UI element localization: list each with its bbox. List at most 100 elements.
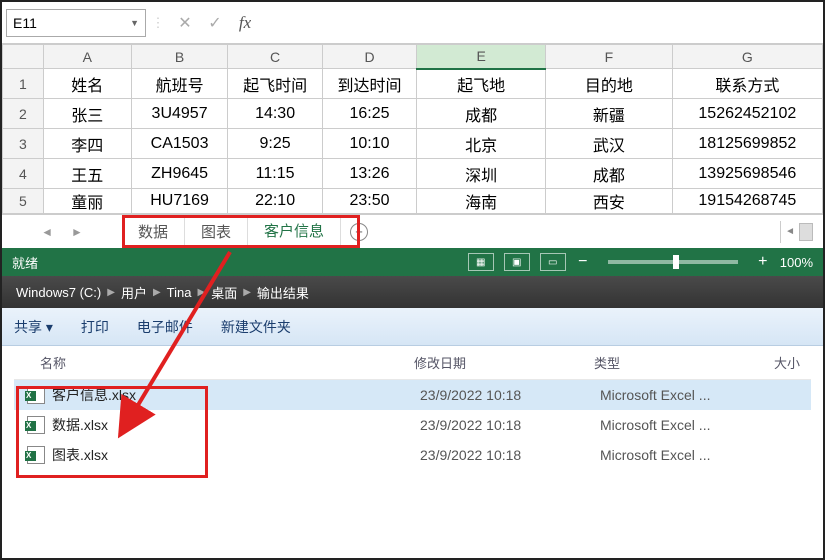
excel-file-icon: [26, 445, 46, 465]
cell[interactable]: 9:25: [228, 129, 322, 159]
breadcrumb-item[interactable]: Tina: [161, 285, 198, 300]
explorer-toolbar: 共享 ▾ 打印 电子邮件 新建文件夹: [2, 308, 823, 346]
view-normal-button[interactable]: ▦: [468, 253, 494, 271]
file-type: Microsoft Excel ...: [600, 447, 780, 463]
plus-icon: +: [350, 223, 368, 241]
cell[interactable]: 深圳: [417, 159, 546, 189]
cell[interactable]: 童丽: [43, 189, 131, 214]
cell[interactable]: 联系方式: [672, 69, 822, 99]
cell[interactable]: 成都: [546, 159, 673, 189]
view-page-layout-button[interactable]: ▣: [504, 253, 530, 271]
file-date: 23/9/2022 10:18: [420, 447, 600, 463]
cell[interactable]: 3U4957: [131, 99, 228, 129]
zoom-in-button[interactable]: +: [756, 253, 770, 271]
column-header-E[interactable]: E: [417, 45, 546, 69]
column-header-G[interactable]: G: [672, 45, 822, 69]
cell[interactable]: 18125699852: [672, 129, 822, 159]
column-header-F[interactable]: F: [546, 45, 673, 69]
cell[interactable]: CA1503: [131, 129, 228, 159]
cell[interactable]: 10:10: [322, 129, 416, 159]
cell[interactable]: 姓名: [43, 69, 131, 99]
cell[interactable]: 15262452102: [672, 99, 822, 129]
cell[interactable]: 海南: [417, 189, 546, 214]
cell[interactable]: 到达时间: [322, 69, 416, 99]
column-header-A[interactable]: A: [43, 45, 131, 69]
row-header[interactable]: 1: [3, 69, 44, 99]
breadcrumb-item[interactable]: 输出结果: [251, 283, 315, 302]
column-header-type[interactable]: 类型: [594, 353, 774, 372]
cancel-formula-button[interactable]: ✕: [170, 13, 200, 33]
breadcrumb-item[interactable]: 桌面: [205, 283, 243, 302]
cell[interactable]: 北京: [417, 129, 546, 159]
chevron-down-icon[interactable]: ▼: [130, 18, 139, 28]
cell[interactable]: 14:30: [228, 99, 322, 129]
tab-nav-next-icon[interactable]: ►: [71, 225, 83, 239]
tab-navigation: ◄ ►: [2, 225, 122, 239]
cell[interactable]: 起飞地: [417, 69, 546, 99]
file-name: 图表.xlsx: [52, 445, 420, 465]
cell[interactable]: 新疆: [546, 99, 673, 129]
file-row[interactable]: 图表.xlsx 23/9/2022 10:18 Microsoft Excel …: [14, 440, 811, 470]
column-header-B[interactable]: B: [131, 45, 228, 69]
file-type: Microsoft Excel ...: [600, 417, 780, 433]
cell[interactable]: HU7169: [131, 189, 228, 214]
cell[interactable]: 王五: [43, 159, 131, 189]
cell[interactable]: 19154268745: [672, 189, 822, 214]
breadcrumb-item[interactable]: 用户: [115, 283, 153, 302]
column-header-D[interactable]: D: [322, 45, 416, 69]
cell[interactable]: 李四: [43, 129, 131, 159]
cell[interactable]: 11:15: [228, 159, 322, 189]
view-page-break-button[interactable]: ▭: [540, 253, 566, 271]
sheet-tab[interactable]: 客户信息: [248, 215, 341, 248]
excel-file-icon: [26, 385, 46, 405]
file-list: 名称 修改日期 类型 大小 客户信息.xlsx 23/9/2022 10:18 …: [2, 346, 823, 470]
cell[interactable]: 13925698546: [672, 159, 822, 189]
zoom-slider[interactable]: [608, 260, 738, 264]
column-header-date[interactable]: 修改日期: [414, 353, 594, 372]
file-row[interactable]: 数据.xlsx 23/9/2022 10:18 Microsoft Excel …: [14, 410, 811, 440]
insert-function-button[interactable]: fx: [230, 13, 260, 33]
cell[interactable]: 武汉: [546, 129, 673, 159]
cell[interactable]: 目的地: [546, 69, 673, 99]
select-all-corner[interactable]: [3, 45, 44, 69]
tab-nav-prev-icon[interactable]: ◄: [41, 225, 53, 239]
share-button[interactable]: 共享 ▾: [14, 317, 53, 337]
spreadsheet-grid[interactable]: A B C D E F G 1 姓名 航班号 起飞时间 到达时间 起飞地 目的地…: [2, 44, 823, 214]
cell[interactable]: 16:25: [322, 99, 416, 129]
confirm-formula-button[interactable]: ✓: [200, 13, 230, 33]
row-header[interactable]: 2: [3, 99, 44, 129]
cell[interactable]: 起飞时间: [228, 69, 322, 99]
breadcrumb-item[interactable]: Windows7 (C:): [10, 285, 107, 300]
cell[interactable]: 张三: [43, 99, 131, 129]
column-header-name[interactable]: 名称: [14, 353, 414, 372]
zoom-level[interactable]: 100%: [780, 255, 813, 270]
cell[interactable]: ZH9645: [131, 159, 228, 189]
file-row[interactable]: 客户信息.xlsx 23/9/2022 10:18 Microsoft Exce…: [14, 380, 811, 410]
cell[interactable]: 成都: [417, 99, 546, 129]
email-button[interactable]: 电子邮件: [137, 317, 193, 337]
sheet-tab[interactable]: 数据: [122, 215, 185, 248]
row-header[interactable]: 4: [3, 159, 44, 189]
cell[interactable]: 23:50: [322, 189, 416, 214]
sheet-tab[interactable]: 图表: [185, 215, 248, 248]
row-header[interactable]: 5: [3, 189, 44, 214]
column-header-size[interactable]: 大小: [774, 353, 825, 372]
file-type: Microsoft Excel ...: [600, 387, 780, 403]
file-date: 23/9/2022 10:18: [420, 387, 600, 403]
horizontal-scrollbar[interactable]: ◄: [780, 221, 823, 243]
column-header-C[interactable]: C: [228, 45, 322, 69]
new-folder-button[interactable]: 新建文件夹: [221, 317, 291, 337]
cell[interactable]: 13:26: [322, 159, 416, 189]
add-sheet-button[interactable]: +: [341, 222, 377, 242]
status-ready: 就绪: [12, 253, 38, 272]
cell[interactable]: 22:10: [228, 189, 322, 214]
row-header[interactable]: 3: [3, 129, 44, 159]
cell[interactable]: 西安: [546, 189, 673, 214]
cell-reference: E11: [13, 15, 37, 31]
zoom-out-button[interactable]: −: [576, 253, 590, 271]
cell[interactable]: 航班号: [131, 69, 228, 99]
chevron-right-icon: ▶: [243, 287, 251, 298]
file-name: 客户信息.xlsx: [52, 385, 420, 405]
name-box[interactable]: E11 ▼: [6, 9, 146, 37]
print-button[interactable]: 打印: [81, 317, 109, 337]
